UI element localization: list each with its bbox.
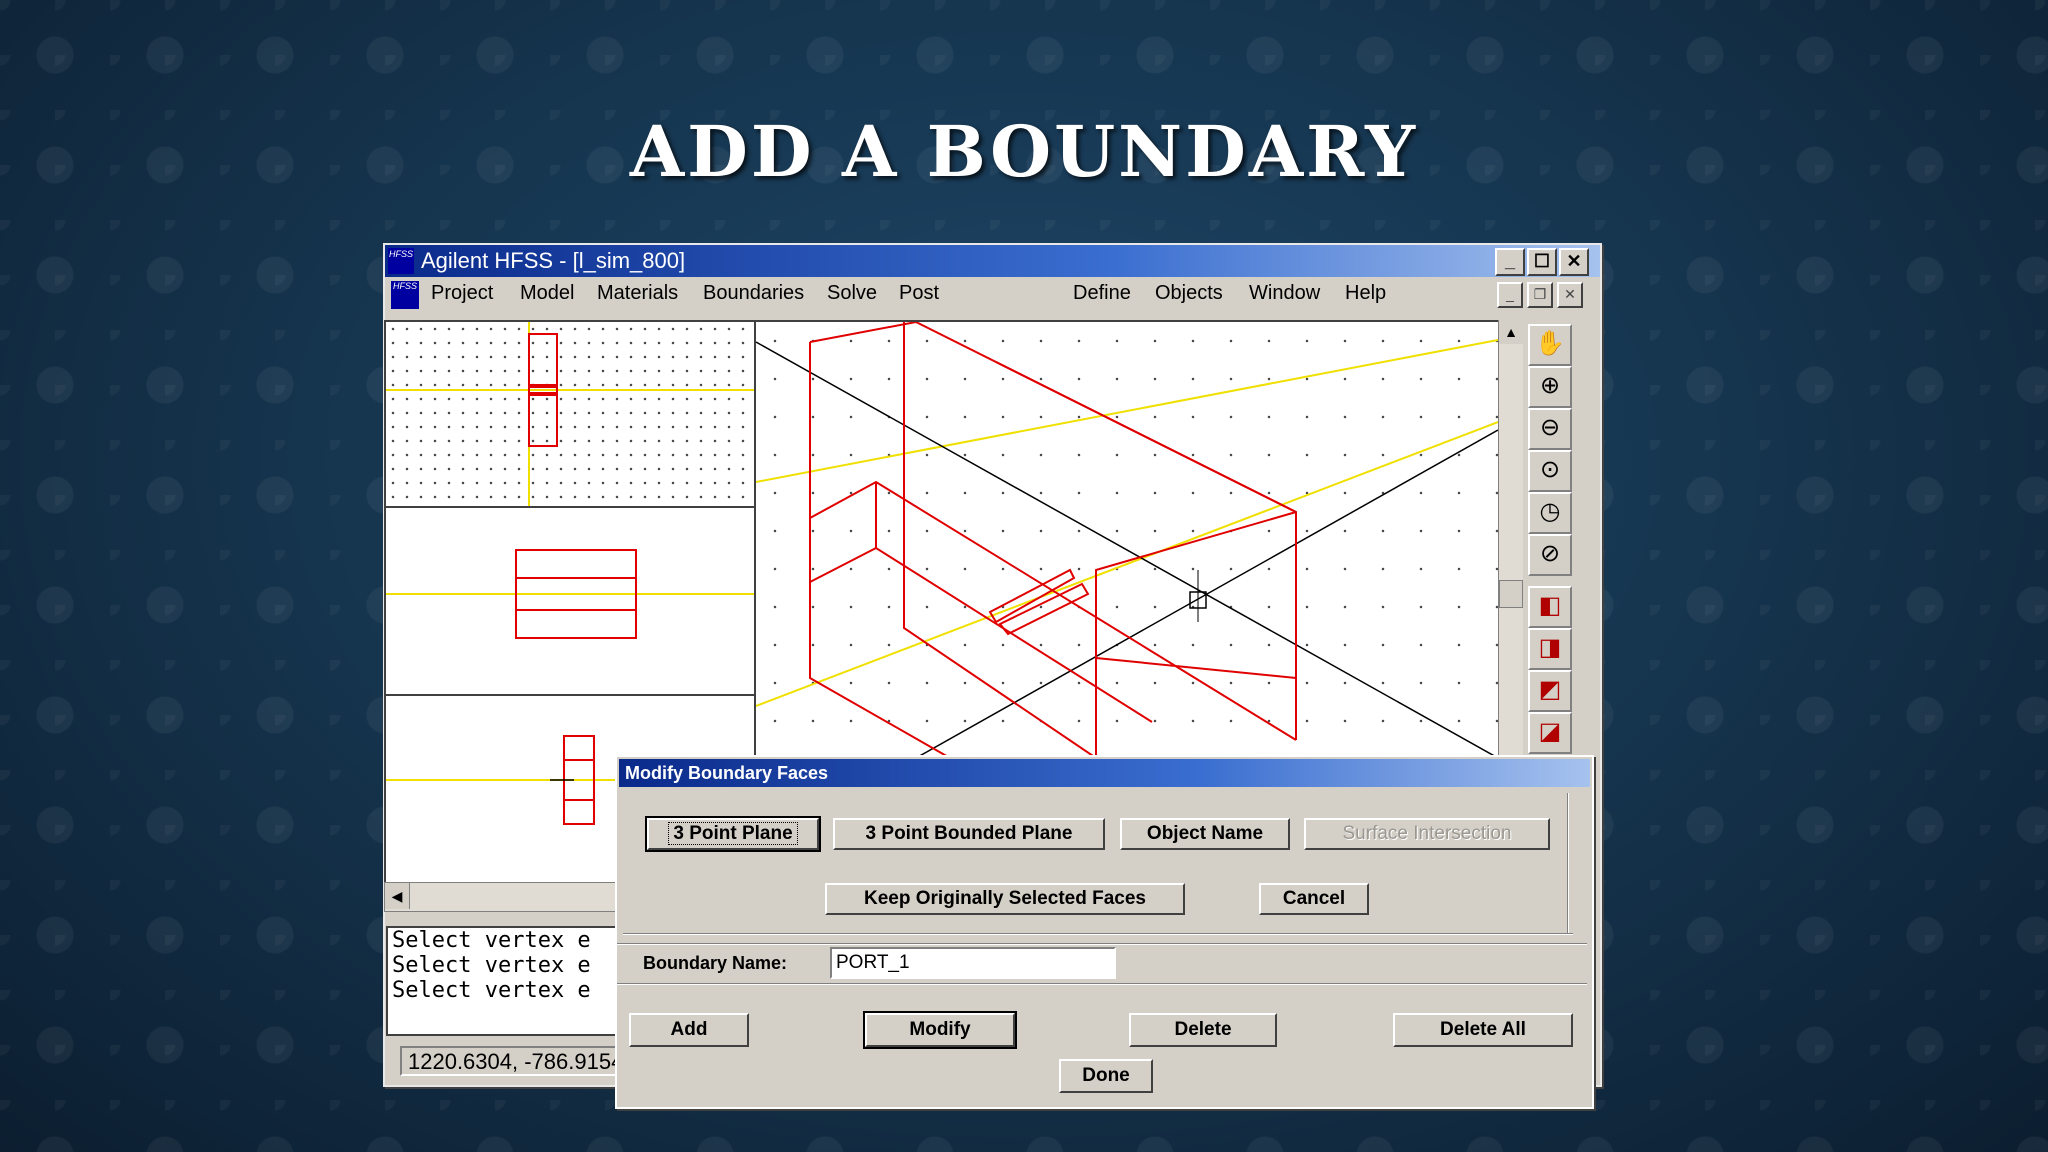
- minimize-button[interactable]: _: [1495, 248, 1525, 276]
- 3d-model-drawing: [756, 322, 1498, 758]
- window-title: Agilent HFSS - [l_sim_800]: [421, 248, 686, 273]
- three-point-plane-label: 3 Point Plane: [668, 822, 798, 845]
- menu-post[interactable]: Post: [899, 282, 939, 305]
- delete-all-button[interactable]: Delete All: [1393, 1013, 1573, 1047]
- menu-solve[interactable]: Solve: [827, 282, 877, 305]
- modify-button[interactable]: Modify: [863, 1011, 1017, 1049]
- console-line: Select vertex e: [392, 953, 591, 978]
- scroll-left-arrow-icon[interactable]: ◀: [385, 883, 410, 909]
- delete-button[interactable]: Delete: [1129, 1013, 1277, 1047]
- view-iso-icon[interactable]: ◧: [1528, 586, 1572, 628]
- front-view-drawing: [386, 549, 754, 639]
- mdi-minimize-button[interactable]: _: [1497, 282, 1523, 308]
- close-button[interactable]: ✕: [1559, 248, 1589, 276]
- fit-all-icon[interactable]: ⊘: [1528, 534, 1572, 576]
- zoom-in-icon[interactable]: ⊕: [1528, 366, 1572, 408]
- view-front-icon[interactable]: ◨: [1528, 628, 1572, 670]
- keep-originally-selected-faces-button[interactable]: Keep Originally Selected Faces: [825, 883, 1185, 915]
- top-view-drawing: [386, 322, 754, 506]
- menu-bar: HFSS Project Model Materials Boundaries …: [385, 277, 1600, 311]
- group-divider: [617, 983, 1587, 985]
- front-view-pane[interactable]: [384, 506, 756, 696]
- mdi-close-button[interactable]: ✕: [1557, 282, 1583, 308]
- view-side-icon[interactable]: ◩: [1528, 670, 1572, 712]
- menu-materials[interactable]: Materials: [597, 282, 678, 305]
- slide-title: ADD A BOUNDARY: [629, 110, 1419, 193]
- view-top-icon[interactable]: ◪: [1528, 712, 1572, 754]
- menu-model[interactable]: Model: [520, 282, 574, 305]
- menu-project[interactable]: Project: [431, 282, 493, 305]
- done-button[interactable]: Done: [1059, 1059, 1153, 1093]
- boundary-name-input[interactable]: [830, 947, 1116, 979]
- scroll-thumb[interactable]: [1499, 580, 1523, 608]
- zoom-window-icon[interactable]: ⊙: [1528, 450, 1572, 492]
- 3d-view-pane[interactable]: [754, 320, 1500, 760]
- pan-hand-icon[interactable]: ✋: [1528, 324, 1572, 366]
- menu-window[interactable]: Window: [1249, 282, 1320, 305]
- menu-objects[interactable]: Objects: [1155, 282, 1223, 305]
- dialog-title[interactable]: Modify Boundary Faces: [619, 759, 1590, 787]
- window-titlebar[interactable]: HFSS Agilent HFSS - [l_sim_800] _ ☐ ✕: [385, 245, 1600, 277]
- group-divider: [623, 933, 1573, 935]
- document-logo-icon[interactable]: HFSS: [391, 281, 419, 309]
- three-point-bounded-plane-button[interactable]: 3 Point Bounded Plane: [833, 818, 1105, 850]
- three-point-plane-button[interactable]: 3 Point Plane: [645, 816, 821, 852]
- object-name-button[interactable]: Object Name: [1120, 818, 1290, 850]
- hfss-logo-icon: HFSS: [388, 248, 414, 274]
- top-view-pane[interactable]: [384, 320, 756, 508]
- cancel-button[interactable]: Cancel: [1259, 883, 1369, 915]
- coordinate-readout: 1220.6304, -786.9154: [400, 1046, 620, 1076]
- group-border: [1567, 793, 1569, 933]
- add-button[interactable]: Add: [629, 1013, 749, 1047]
- vertical-scrollbar[interactable]: ▲: [1498, 320, 1523, 756]
- menu-boundaries[interactable]: Boundaries: [703, 282, 804, 305]
- menu-help[interactable]: Help: [1345, 282, 1386, 305]
- group-divider: [617, 943, 1587, 945]
- horizontal-scrollbar[interactable]: ◀: [384, 882, 626, 912]
- modify-boundary-faces-dialog: Modify Boundary Faces 3 Point Plane 3 Po…: [615, 755, 1594, 1109]
- boundary-name-label: Boundary Name:: [643, 953, 788, 973]
- message-console: Select vertex e Select vertex e Select v…: [386, 926, 626, 1036]
- zoom-previous-icon[interactable]: ◷: [1528, 492, 1572, 534]
- menu-define[interactable]: Define: [1073, 282, 1131, 305]
- console-line: Select vertex e: [392, 928, 591, 953]
- zoom-out-icon[interactable]: ⊖: [1528, 408, 1572, 450]
- surface-intersection-button[interactable]: Surface Intersection: [1304, 818, 1550, 850]
- maximize-button[interactable]: ☐: [1527, 248, 1557, 276]
- scroll-up-arrow-icon[interactable]: ▲: [1499, 320, 1523, 344]
- mdi-restore-button[interactable]: ❐: [1527, 282, 1553, 308]
- console-line: Select vertex e: [392, 978, 591, 1003]
